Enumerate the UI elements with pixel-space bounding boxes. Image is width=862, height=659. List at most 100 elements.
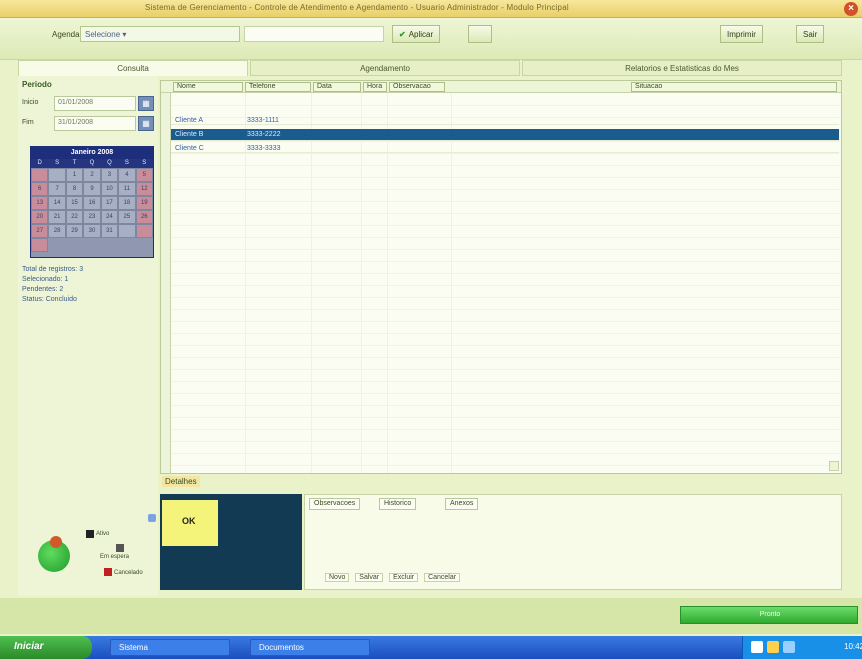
calendar-day[interactable]: 20 [31, 210, 49, 224]
calendar-day[interactable]: 26 [135, 210, 153, 224]
calendar-day[interactable]: 19 [135, 196, 153, 210]
calendar-day[interactable]: 1 [65, 168, 84, 182]
delete-button[interactable]: Excluir [389, 573, 419, 582]
save-button[interactable]: Salvar [355, 573, 384, 582]
calendar: Janeiro 2008 DSTQQSS 1 2 3 4 5 6 7 8 9 10 11 12 13 14… [30, 146, 154, 258]
column-header[interactable]: Observacao [389, 82, 445, 92]
tab-relatorios[interactable]: Relatorios e Estatisticas do Mes [522, 60, 842, 76]
calendar-day[interactable]: 22 [65, 210, 84, 224]
taskbar-item[interactable]: Sistema [110, 639, 230, 656]
tray-icon[interactable] [751, 641, 763, 653]
calendar-day[interactable]: 10 [100, 182, 119, 196]
extra-button[interactable] [468, 25, 492, 43]
calendar-day[interactable]: 3 [100, 168, 119, 182]
calendar-day[interactable]: 5 [135, 168, 153, 182]
agenda-select[interactable]: Selecione ▾ [80, 26, 240, 42]
calendar-day[interactable]: 8 [65, 182, 84, 196]
grid-line [171, 165, 839, 166]
calendar-day [118, 224, 136, 238]
calendar-icon[interactable]: ▦ [138, 116, 154, 131]
calendar-day[interactable]: 16 [83, 196, 101, 210]
calendar-day[interactable]: 28 [48, 224, 66, 238]
apply-button[interactable]: ✔ Aplicar [392, 25, 441, 43]
tab-agendamento[interactable]: Agendamento [250, 60, 520, 76]
calendar-day [31, 168, 49, 182]
calendar-day[interactable]: 9 [83, 182, 101, 196]
tray-icon[interactable] [767, 641, 779, 653]
column-header[interactable]: Hora [363, 82, 387, 92]
detail-tab[interactable]: Anexos [445, 498, 479, 510]
calendar-day[interactable]: 4 [118, 168, 136, 182]
calendar-day[interactable]: 13 [31, 196, 49, 210]
detail-tab[interactable]: Historico [379, 498, 417, 510]
column-header[interactable]: Data [313, 82, 361, 92]
exit-button[interactable]: Sair [796, 25, 825, 43]
calendar-day[interactable]: 21 [48, 210, 66, 224]
calendar-day[interactable]: 2 [83, 168, 101, 182]
info-icon[interactable] [148, 514, 156, 522]
calendar-day[interactable]: 23 [83, 210, 101, 224]
calendar-day [31, 238, 49, 252]
grid-line [171, 141, 839, 142]
grid-line [171, 177, 839, 178]
cell-phone: 3333-2222 [247, 131, 281, 138]
calendar-day[interactable]: 27 [31, 224, 49, 238]
column-header[interactable]: Situacao [631, 82, 837, 92]
start-button[interactable]: Iniciar [0, 636, 92, 659]
title-bar: Sistema de Gerenciamento - Controle de A… [0, 0, 862, 18]
print-button[interactable]: Imprimir [720, 25, 763, 43]
grid-line [171, 417, 839, 418]
taskbar-item[interactable]: Documentos [250, 639, 370, 656]
indicator-panel: Ativo Em espera Cancelado [20, 510, 158, 596]
calendar-day[interactable]: 15 [65, 196, 84, 210]
weekday-label: S [55, 160, 60, 166]
calendar-icon[interactable]: ▦ [138, 96, 154, 111]
column-header[interactable]: Nome [173, 82, 243, 92]
grid-line [171, 429, 839, 430]
calendar-day [135, 224, 153, 238]
grid-line [171, 393, 839, 394]
window-title: Sistema de Gerenciamento - Controle de A… [145, 3, 569, 12]
new-button[interactable]: Novo [325, 573, 350, 582]
calendar-day[interactable]: 11 [118, 182, 136, 196]
legend-label: Em espera [100, 554, 130, 560]
tray-icon[interactable] [783, 641, 795, 653]
grid-line [171, 189, 839, 190]
grid-line [171, 369, 839, 370]
calendar-days: 1 2 3 4 5 6 7 8 9 10 11 12 13 14 15 16 17 18 19 20 21 22 23 24 2… [31, 168, 153, 252]
legend-swatch [104, 568, 112, 576]
calendar-day[interactable]: 25 [118, 210, 136, 224]
cancel-button[interactable]: Cancelar [424, 573, 461, 582]
calendar-day[interactable]: 7 [48, 182, 66, 196]
calendar-day[interactable]: 17 [100, 196, 119, 210]
start-date-field[interactable]: 01/01/2008 [54, 96, 136, 111]
grid-line [171, 333, 839, 334]
calendar-day[interactable]: 30 [83, 224, 101, 238]
table-row[interactable]: Cliente A 3333-1111 [171, 117, 839, 125]
close-icon[interactable]: × [844, 2, 858, 16]
calendar-day[interactable]: 6 [31, 182, 49, 196]
calendar-day[interactable]: 31 [100, 224, 119, 238]
main-tabs: Consulta Agendamento Relatorios e Estati… [0, 60, 862, 76]
tab-consulta[interactable]: Consulta [18, 60, 248, 76]
grid-line [171, 321, 839, 322]
end-date-field[interactable]: 31/01/2008 [54, 116, 136, 131]
weekday-label: S [142, 160, 147, 166]
calendar-day[interactable]: 29 [65, 224, 84, 238]
column-header[interactable]: Telefone [245, 82, 311, 92]
search-input[interactable] [244, 26, 384, 42]
calendar-day[interactable]: 24 [100, 210, 119, 224]
calendar-weekdays: DSTQQSS [31, 159, 153, 168]
calendar-day[interactable]: 18 [118, 196, 136, 210]
resize-handle[interactable] [829, 461, 839, 471]
detail-tab[interactable]: Observacoes [309, 498, 361, 510]
table-row-selected[interactable]: Cliente B 3333-2222 [171, 129, 839, 141]
calendar-day[interactable]: 14 [48, 196, 66, 210]
table-row[interactable]: Cliente C 3333-3333 [171, 145, 839, 153]
calendar-day[interactable]: 12 [135, 182, 153, 196]
status-bar: Pronto [0, 598, 862, 634]
grid-line [171, 213, 839, 214]
grid-line [171, 237, 839, 238]
grid-line [171, 405, 839, 406]
data-grid: Nome Telefone Data Hora Observacao Situa… [160, 80, 842, 474]
